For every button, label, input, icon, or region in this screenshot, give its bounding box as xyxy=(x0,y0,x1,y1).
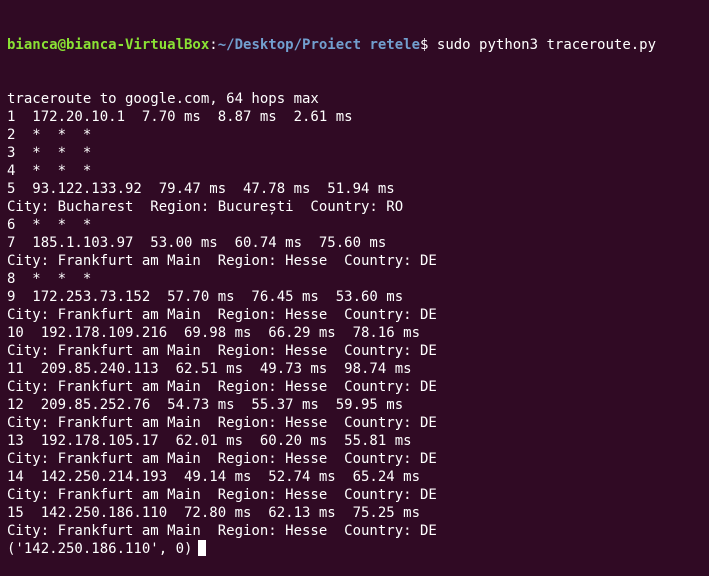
output-line: City: Frankfurt am Main Region: Hesse Co… xyxy=(7,253,437,269)
output-line: City: Bucharest Region: București Countr… xyxy=(7,199,404,215)
prompt-line: bianca@bianca-VirtualBox:~/Desktop/Proie… xyxy=(7,36,709,54)
output-line: 10 192.178.109.216 69.98 ms 66.29 ms 78.… xyxy=(7,325,421,341)
output-line: City: Frankfurt am Main Region: Hesse Co… xyxy=(7,307,437,323)
terminal-window[interactable]: bianca@bianca-VirtualBox:~/Desktop/Proie… xyxy=(0,0,709,557)
output-line: 12 209.85.252.76 54.73 ms 55.37 ms 59.95… xyxy=(7,397,404,413)
prompt-symbol: $ xyxy=(420,37,437,53)
output-line: 7 185.1.103.97 53.00 ms 60.74 ms 75.60 m… xyxy=(7,235,387,251)
output-line: City: Frankfurt am Main Region: Hesse Co… xyxy=(7,523,437,539)
output-line: 14 142.250.214.193 49.14 ms 52.74 ms 65.… xyxy=(7,469,421,485)
command-text: sudo python3 traceroute.py xyxy=(436,37,657,53)
output-line: 6 * * * xyxy=(7,217,92,233)
output-line: City: Frankfurt am Main Region: Hesse Co… xyxy=(7,379,437,395)
output-line: 8 * * * xyxy=(7,271,92,287)
output-line: 9 172.253.73.152 57.70 ms 76.45 ms 53.60… xyxy=(7,289,404,305)
output-line: traceroute to google.com, 64 hops max xyxy=(7,91,319,107)
output-line: 5 93.122.133.92 79.47 ms 47.78 ms 51.94 … xyxy=(7,181,395,197)
output-line: 13 192.178.105.17 62.01 ms 60.20 ms 55.8… xyxy=(7,433,412,449)
prompt-path: ~/Desktop/Proiect retele xyxy=(217,37,421,53)
output-line: City: Frankfurt am Main Region: Hesse Co… xyxy=(7,487,437,503)
prompt-user-host: bianca@bianca-VirtualBox xyxy=(7,37,210,53)
output-line: City: Frankfurt am Main Region: Hesse Co… xyxy=(7,415,437,431)
output-line: 2 * * * xyxy=(7,127,92,143)
output-line: City: Frankfurt am Main Region: Hesse Co… xyxy=(7,451,437,467)
terminal-output: traceroute to google.com, 64 hops max 1 1… xyxy=(7,90,709,558)
output-line: 11 209.85.240.113 62.51 ms 49.73 ms 98.7… xyxy=(7,361,412,377)
output-line: 15 142.250.186.110 72.80 ms 62.13 ms 75.… xyxy=(7,505,421,521)
text-cursor xyxy=(198,540,207,556)
output-line: City: Frankfurt am Main Region: Hesse Co… xyxy=(7,343,437,359)
output-line: 1 172.20.10.1 7.70 ms 8.87 ms 2.61 ms xyxy=(7,109,353,125)
output-line: ('142.250.186.110', 0) xyxy=(7,540,709,558)
output-line: 4 * * * xyxy=(7,163,92,179)
prompt-colon: : xyxy=(209,37,218,53)
output-line: 3 * * * xyxy=(7,145,92,161)
